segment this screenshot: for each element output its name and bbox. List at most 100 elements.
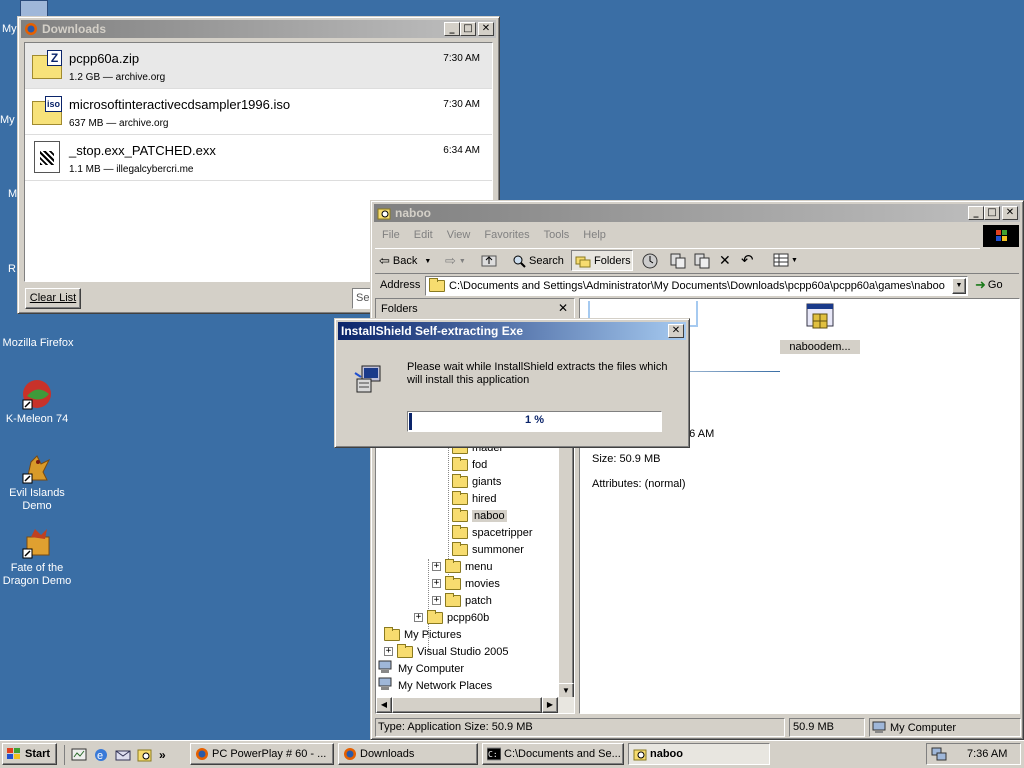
history-icon[interactable] (641, 252, 659, 270)
menu-view[interactable]: View (440, 229, 478, 241)
views-button[interactable]: ▼ (773, 253, 798, 267)
folder-icon (429, 278, 445, 292)
delete-icon[interactable]: ✕ (719, 252, 731, 269)
desktop-icon-kmeleon[interactable]: K-Meleon 74 (0, 378, 75, 426)
close-button[interactable]: ✕ (478, 22, 494, 36)
tree-item[interactable]: + patch (432, 592, 492, 609)
taskbar-button-pc-powerplay[interactable]: PC PowerPlay # 60 - ... (190, 743, 334, 765)
download-item[interactable]: iso microsoftinteractivecdsampler1996.is… (25, 89, 492, 135)
outlook-express-icon[interactable] (115, 747, 131, 763)
folders-button[interactable]: Folders (571, 250, 633, 271)
explorer-titlebar[interactable]: naboo _ □ ✕ (374, 204, 1020, 222)
move-to-icon[interactable] (669, 252, 687, 270)
go-arrow-icon: ➜ (975, 277, 986, 292)
menu-file[interactable]: File (375, 229, 407, 241)
scrollbar-thumb[interactable] (392, 697, 542, 713)
menu-favorites[interactable]: Favorites (477, 229, 536, 241)
fate-dragon-icon (21, 527, 53, 559)
back-button[interactable]: ⇦ Back ▼ (379, 252, 431, 270)
tree-item[interactable]: giants (452, 473, 501, 490)
detail-size: Size: 50.9 MB (592, 453, 661, 465)
installshield-titlebar[interactable]: InstallShield Self-extracting Exe ✕ (338, 322, 686, 340)
explorer-window[interactable]: naboo _ □ ✕ File Edit View Favorites Too… (370, 200, 1024, 740)
forward-arrow-icon: ⇨ (445, 253, 456, 268)
minimize-button[interactable]: _ (968, 206, 984, 220)
folders-pane-header: Folders ✕ (376, 299, 574, 319)
copy-to-icon[interactable] (693, 252, 711, 270)
menu-help[interactable]: Help (576, 229, 613, 241)
expand-icon[interactable]: + (432, 596, 441, 605)
taskbar-button-naboo[interactable]: naboo (628, 743, 770, 765)
up-folder-button[interactable] (481, 252, 497, 268)
folder-search-icon (633, 749, 647, 761)
expand-icon[interactable]: + (432, 579, 441, 588)
expand-icon[interactable]: + (384, 647, 393, 656)
clear-list-button[interactable]: Clear List (25, 288, 81, 309)
desktop-icon-firefox[interactable]: Mozilla Firefox (0, 316, 76, 350)
iso-file-icon: iso (30, 96, 62, 128)
taskbar-button-command-prompt[interactable]: C: C:\Documents and Se... (482, 743, 624, 765)
tree-item[interactable]: + movies (432, 575, 500, 592)
minimize-button[interactable]: _ (444, 22, 460, 36)
internet-explorer-icon[interactable]: e (93, 747, 109, 763)
tree-item[interactable]: hired (452, 490, 496, 507)
tree-item[interactable]: My Computer (378, 660, 464, 677)
download-item[interactable]: _stop.exx_PATCHED.exx 1.1 MB — illegalcy… (25, 135, 492, 181)
address-dropdown-button[interactable]: ▼ (952, 278, 966, 294)
desktop-icon-recycle[interactable]: R (0, 263, 18, 276)
forward-button[interactable]: ⇨ ▼ (445, 252, 466, 270)
tree-item[interactable]: + menu (432, 558, 493, 575)
clock: 7:36 AM (967, 748, 1008, 760)
explorer-quick-icon[interactable] (137, 747, 153, 763)
scroll-left-button[interactable]: ◀ (376, 697, 392, 713)
folder-icon (445, 558, 461, 573)
go-button[interactable]: ➜ Go (975, 277, 1003, 293)
menu-tools[interactable]: Tools (537, 229, 577, 241)
downloads-titlebar[interactable]: Downloads _ □ ✕ (21, 20, 496, 38)
back-arrow-icon: ⇦ (379, 253, 390, 268)
my-computer-icon (872, 721, 886, 733)
start-button[interactable]: Start (2, 743, 57, 765)
scroll-right-button[interactable]: ▶ (542, 697, 558, 713)
downloads-title: Downloads (42, 22, 107, 36)
close-button[interactable]: ✕ (1002, 206, 1018, 220)
close-button[interactable]: ✕ (668, 324, 684, 338)
maximize-button[interactable]: □ (460, 22, 476, 36)
installshield-dialog[interactable]: InstallShield Self-extracting Exe ✕ Plea… (334, 318, 690, 448)
taskbar-button-downloads[interactable]: Downloads (338, 743, 478, 765)
tree-item[interactable]: My Network Places (378, 677, 492, 694)
desktop-icon-my-documents[interactable]: My (0, 114, 18, 127)
show-desktop-icon[interactable] (71, 747, 87, 763)
search-button[interactable]: Search (509, 250, 567, 271)
desktop-icon-evil-islands[interactable]: Evil Islands Demo (0, 452, 75, 513)
command-prompt-icon: C: (487, 747, 501, 761)
download-item[interactable]: Z pcpp60a.zip 1.2 GB — archive.org 7:30 … (25, 43, 492, 89)
tree-item[interactable]: fod (452, 456, 487, 473)
desktop-icon-network[interactable]: M (0, 188, 18, 201)
tree-item[interactable]: summoner (452, 541, 524, 558)
expand-icon[interactable]: + (414, 613, 423, 622)
tree-item[interactable]: + pcpp60b (414, 609, 489, 626)
folder-icon (445, 592, 461, 607)
close-pane-icon[interactable]: ✕ (558, 301, 568, 315)
up-folder-icon (481, 255, 497, 267)
scrollbar-thumb[interactable] (558, 429, 574, 689)
folder-icon (427, 609, 443, 624)
chevron-down-icon: ▼ (791, 256, 798, 264)
address-bar: Address C:\Documents and Settings\Admini… (375, 273, 1019, 297)
network-tray-icon[interactable] (931, 747, 947, 761)
menu-edit[interactable]: Edit (407, 229, 440, 241)
maximize-button[interactable]: □ (984, 206, 1000, 220)
tree-item[interactable]: spacetripper (452, 524, 533, 541)
expand-icon[interactable]: + (432, 562, 441, 571)
tree-item[interactable]: naboo (452, 507, 507, 524)
tree-item[interactable]: + Visual Studio 2005 (384, 643, 509, 660)
horizontal-scrollbar[interactable]: ◀ ▶ (376, 697, 574, 713)
chevron-right-icon[interactable]: » (159, 748, 166, 762)
file-item[interactable]: naboodem... (780, 302, 860, 354)
tree-item[interactable]: My Pictures (384, 626, 461, 643)
desktop-icon-fate-dragon[interactable]: Fate of the Dragon Demo (0, 527, 75, 588)
undo-icon[interactable]: ↶ (741, 251, 754, 269)
search-icon (513, 255, 526, 268)
address-input[interactable]: C:\Documents and Settings\Administrator\… (425, 276, 968, 296)
